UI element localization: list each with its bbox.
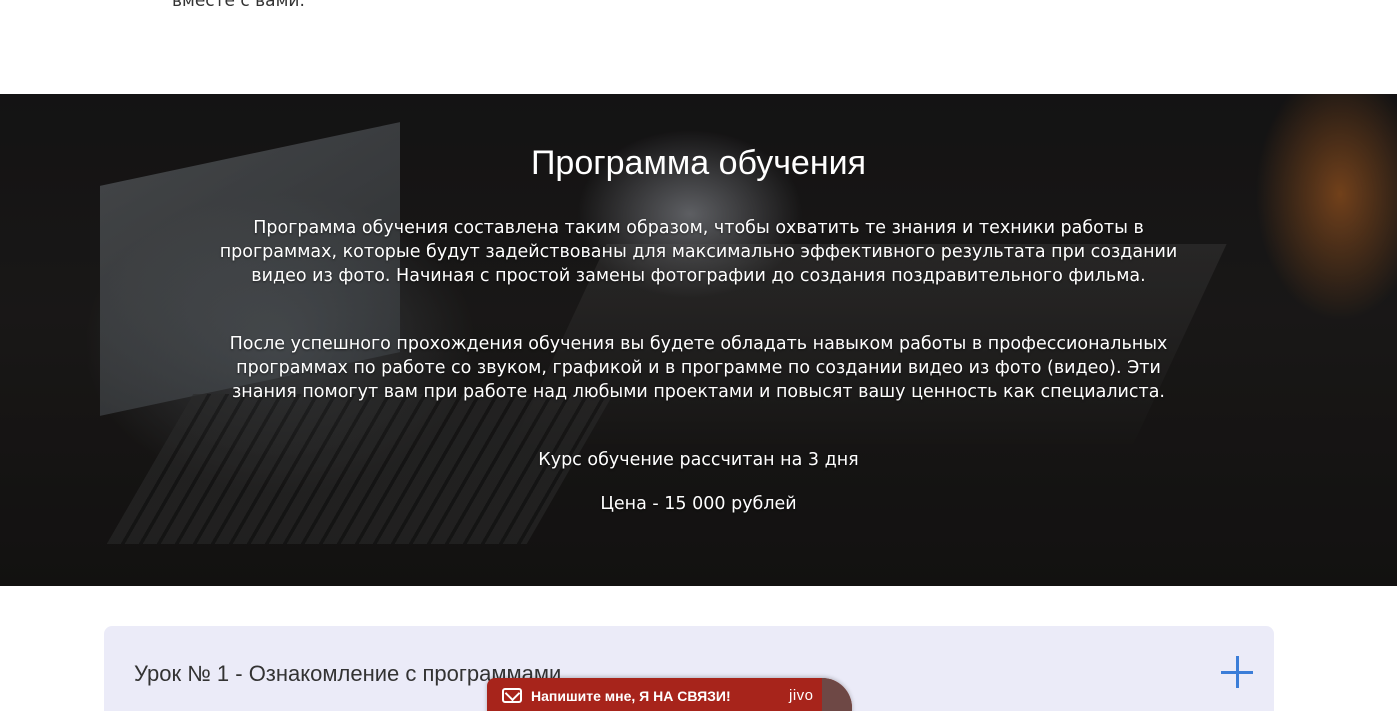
intro-text-tail: вместе с вами.: [172, 0, 305, 11]
section-title: Программа обучения: [530, 144, 867, 182]
chat-brand-logo: jivo: [789, 687, 814, 704]
chat-widget-button[interactable]: Напишите мне, Я НА СВЯЗИ! jivo: [487, 678, 852, 711]
program-description: Программа обучения составлена таким обра…: [219, 218, 1178, 286]
training-program-section: Программа обучения Программа обучения со…: [0, 94, 1397, 586]
chat-label: Напишите мне, Я НА СВЯЗИ!: [531, 688, 731, 704]
program-outcome: После успешного прохождения обучения вы …: [229, 334, 1168, 402]
mail-icon: [502, 688, 522, 703]
plus-icon[interactable]: [1221, 656, 1253, 688]
course-duration: Курс обучение рассчитан на 3 дня: [538, 450, 859, 470]
course-price: Цена - 15 000 рублей: [600, 494, 797, 514]
